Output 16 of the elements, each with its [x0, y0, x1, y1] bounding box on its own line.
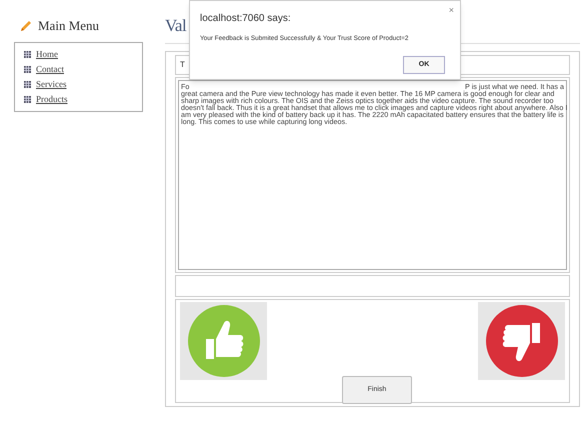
menu-link[interactable]: Products — [36, 92, 68, 106]
menu-title: Main Menu — [38, 17, 100, 35]
close-button[interactable]: × — [448, 5, 454, 15]
page-title: Val — [165, 15, 186, 37]
grid-icon — [24, 81, 31, 88]
menu-link[interactable]: Contact — [36, 62, 64, 76]
grid-icon — [24, 96, 31, 103]
grid-icon — [24, 66, 31, 73]
menu-link[interactable]: Home — [36, 48, 58, 62]
thumbs-down-image[interactable] — [478, 302, 565, 380]
thumbs-up-image[interactable] — [180, 302, 267, 380]
table-header: T — [180, 59, 185, 71]
grid-icon — [24, 51, 31, 58]
dialog-title: localhost:7060 says: — [200, 12, 291, 26]
pencil-icon — [20, 20, 32, 32]
menu-link[interactable]: Services — [36, 78, 66, 92]
